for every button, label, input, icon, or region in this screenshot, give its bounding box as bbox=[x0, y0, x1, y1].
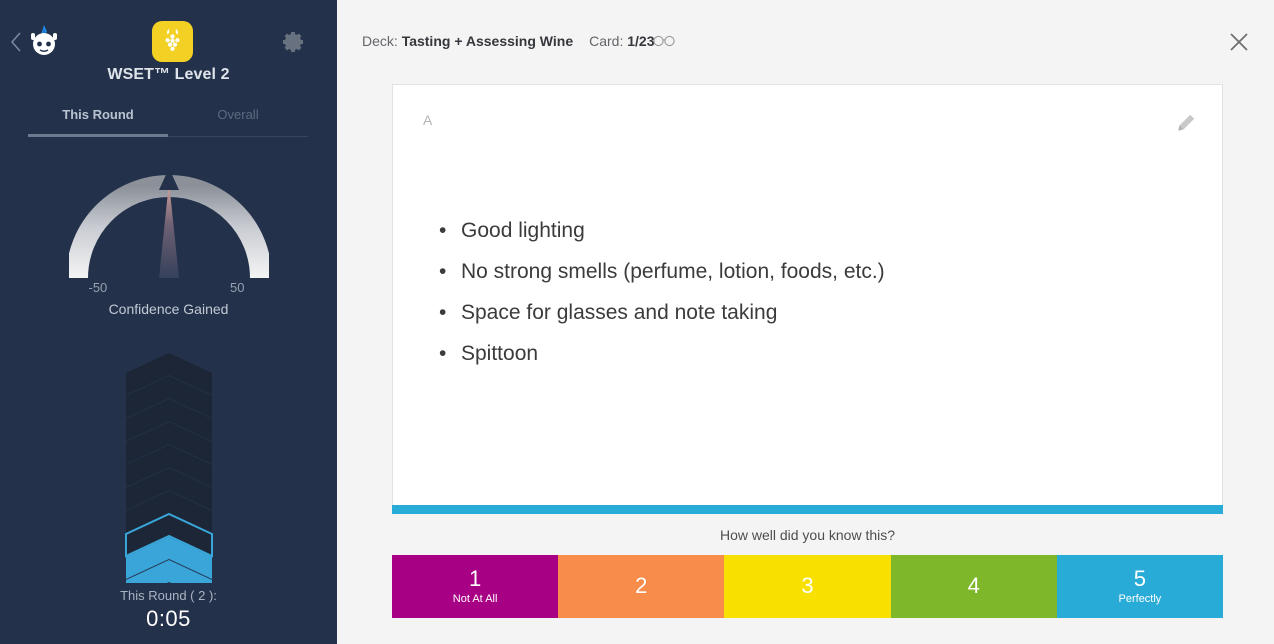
gauge-ticks: -50 50 bbox=[69, 280, 269, 298]
flashcard[interactable]: A Good lighting No strong smells (perfum… bbox=[392, 84, 1223, 513]
glasses-icon[interactable] bbox=[653, 34, 675, 53]
rating-number: 3 bbox=[801, 572, 814, 598]
rating-sublabel: Perfectly bbox=[1118, 593, 1162, 605]
mascot-robot-icon[interactable] bbox=[28, 25, 60, 59]
tab-overall[interactable]: Overall bbox=[168, 107, 308, 137]
top-bar: Deck: Tasting + Assessing Wine Card: 1/23 bbox=[337, 0, 1274, 84]
card-position: 1/23 bbox=[627, 33, 655, 49]
sidebar-header: WSET™ Level 2 bbox=[0, 0, 337, 100]
rating-button-2[interactable]: 2 bbox=[558, 555, 725, 618]
progress-chevron-stack bbox=[0, 351, 337, 583]
confidence-gauge: -50 50 Confidence Gained bbox=[0, 160, 337, 317]
answer-bullet-list: Good lighting No strong smells (perfume,… bbox=[439, 210, 1182, 374]
deck-name: Tasting + Assessing Wine bbox=[401, 33, 574, 49]
rating-prompt: How well did you know this? bbox=[719, 527, 896, 543]
card-progress-bar bbox=[392, 505, 1223, 514]
study-session-screen: WSET™ Level 2 This Round Overall -50 50 … bbox=[0, 0, 1274, 644]
round-timer: 0:05 bbox=[146, 606, 191, 631]
rating-buttons: 1 Not At All 2 3 4 5 Perfectly bbox=[392, 555, 1224, 618]
rating-number: 1 bbox=[468, 566, 482, 591]
list-item: Spittoon bbox=[439, 333, 1182, 374]
tab-this-round[interactable]: This Round bbox=[28, 107, 168, 137]
rating-number: 4 bbox=[967, 572, 980, 598]
main-panel: Deck: Tasting + Assessing Wine Card: 1/23… bbox=[337, 0, 1274, 644]
gauge-graphic bbox=[68, 168, 269, 279]
gauge-min-tick: -50 bbox=[88, 280, 108, 295]
rating-button-1[interactable]: 1 Not At All bbox=[392, 555, 559, 618]
card-answer-body: Good lighting No strong smells (perfume,… bbox=[439, 210, 1182, 374]
round-label: This Round ( 2 ): bbox=[120, 588, 217, 603]
round-summary: This Round ( 2 ): 0:05 bbox=[0, 588, 337, 632]
rating-number: 2 bbox=[635, 572, 648, 598]
gauge-max-tick: 50 bbox=[230, 280, 245, 295]
list-item: Good lighting bbox=[439, 210, 1182, 251]
gauge-label: Confidence Gained bbox=[108, 301, 229, 317]
list-item: Space for glasses and note taking bbox=[439, 292, 1182, 333]
back-chevron-icon[interactable] bbox=[8, 30, 24, 54]
grape-cluster-icon[interactable] bbox=[152, 21, 193, 62]
card-side-label: A bbox=[423, 112, 433, 128]
rating-button-3[interactable]: 3 bbox=[724, 555, 891, 618]
sidebar-tabs: This Round Overall bbox=[28, 107, 308, 137]
sidebar: WSET™ Level 2 This Round Overall -50 50 … bbox=[0, 0, 337, 644]
close-icon[interactable] bbox=[1226, 29, 1252, 55]
rating-button-5[interactable]: 5 Perfectly bbox=[1056, 555, 1224, 618]
chevron-empty bbox=[125, 353, 212, 533]
chevron-stack-graphic bbox=[124, 353, 213, 583]
rating-number: 5 bbox=[1133, 566, 1147, 591]
card-prefix-label: Card: bbox=[589, 33, 624, 49]
pencil-icon[interactable] bbox=[1176, 113, 1196, 133]
rating-sublabel: Not At All bbox=[452, 593, 498, 605]
breadcrumb: Deck: Tasting + Assessing Wine Card: 1/23 bbox=[362, 33, 654, 49]
rating-button-4[interactable]: 4 bbox=[890, 555, 1057, 618]
deck-title: WSET™ Level 2 bbox=[107, 66, 230, 83]
deck-prefix-label: Deck: bbox=[362, 33, 398, 49]
list-item: No strong smells (perfume, lotion, foods… bbox=[439, 251, 1182, 292]
gear-icon[interactable] bbox=[279, 29, 305, 55]
